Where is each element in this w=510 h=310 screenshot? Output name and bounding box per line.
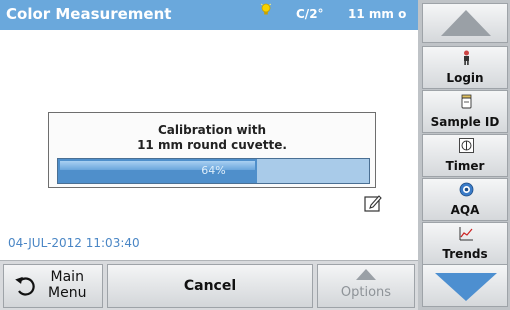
person-icon — [464, 50, 469, 65]
sidebar-item-label: Trends — [442, 247, 488, 261]
edit-icon[interactable] — [364, 194, 382, 212]
sidebar-item-label: Timer — [445, 159, 485, 173]
title-bar: Color Measurement C/2° 11 mm o — [0, 0, 418, 30]
sample-bottle-icon — [461, 94, 472, 109]
sidebar-item-sample-id[interactable]: Sample ID — [422, 90, 508, 133]
sidebar-item-label: AQA — [450, 203, 480, 217]
cuvette-size-label: 11 mm o — [348, 7, 407, 21]
options-button[interactable]: Options — [317, 264, 415, 308]
cancel-button[interactable]: Cancel — [107, 264, 313, 308]
dialog-message-line1: Calibration with — [157, 123, 267, 137]
timer-icon — [459, 138, 474, 153]
bottom-toolbar: Main Menu Cancel Options — [0, 260, 418, 310]
sidebar-item-label: Login — [446, 71, 484, 85]
options-label: Options — [340, 285, 392, 300]
cancel-label: Cancel — [183, 278, 237, 294]
back-arrow-icon — [15, 276, 35, 296]
main-menu-button[interactable]: Main Menu — [3, 264, 103, 308]
main-menu-label: Main Menu — [48, 269, 86, 301]
right-sidebar: Login Sample ID Timer AQA Trends — [418, 0, 510, 310]
trends-icon — [459, 227, 473, 241]
sidebar-item-trends[interactable]: Trends — [422, 222, 508, 265]
calibration-dialog: Calibration with 11 mm round cuvette. 64… — [48, 112, 376, 188]
chevron-up-icon — [441, 10, 491, 36]
sidebar-item-timer[interactable]: Timer — [422, 134, 508, 177]
chevron-up-icon — [356, 269, 376, 280]
sidebar-item-aqa[interactable]: AQA — [422, 178, 508, 221]
main-menu-label-line2: Menu — [48, 285, 87, 301]
progress-bar: 64% — [57, 158, 370, 184]
sidebar-item-login[interactable]: Login — [422, 46, 508, 89]
scroll-down-button[interactable] — [422, 264, 508, 307]
main-menu-label-line1: Main — [50, 269, 84, 285]
date-time: 04-JUL-2012 11:03:40 — [8, 236, 140, 250]
page-title: Color Measurement — [6, 5, 172, 23]
dialog-message-line2: 11 mm round cuvette. — [137, 138, 287, 152]
sidebar-item-label: Sample ID — [430, 115, 500, 129]
aqa-icon — [459, 182, 474, 197]
lamp-icon — [261, 3, 271, 15]
scroll-up-button[interactable] — [422, 3, 508, 43]
progress-label: 64% — [201, 164, 226, 177]
chevron-down-icon — [435, 273, 497, 301]
parameter-label: C/2° — [296, 7, 324, 21]
